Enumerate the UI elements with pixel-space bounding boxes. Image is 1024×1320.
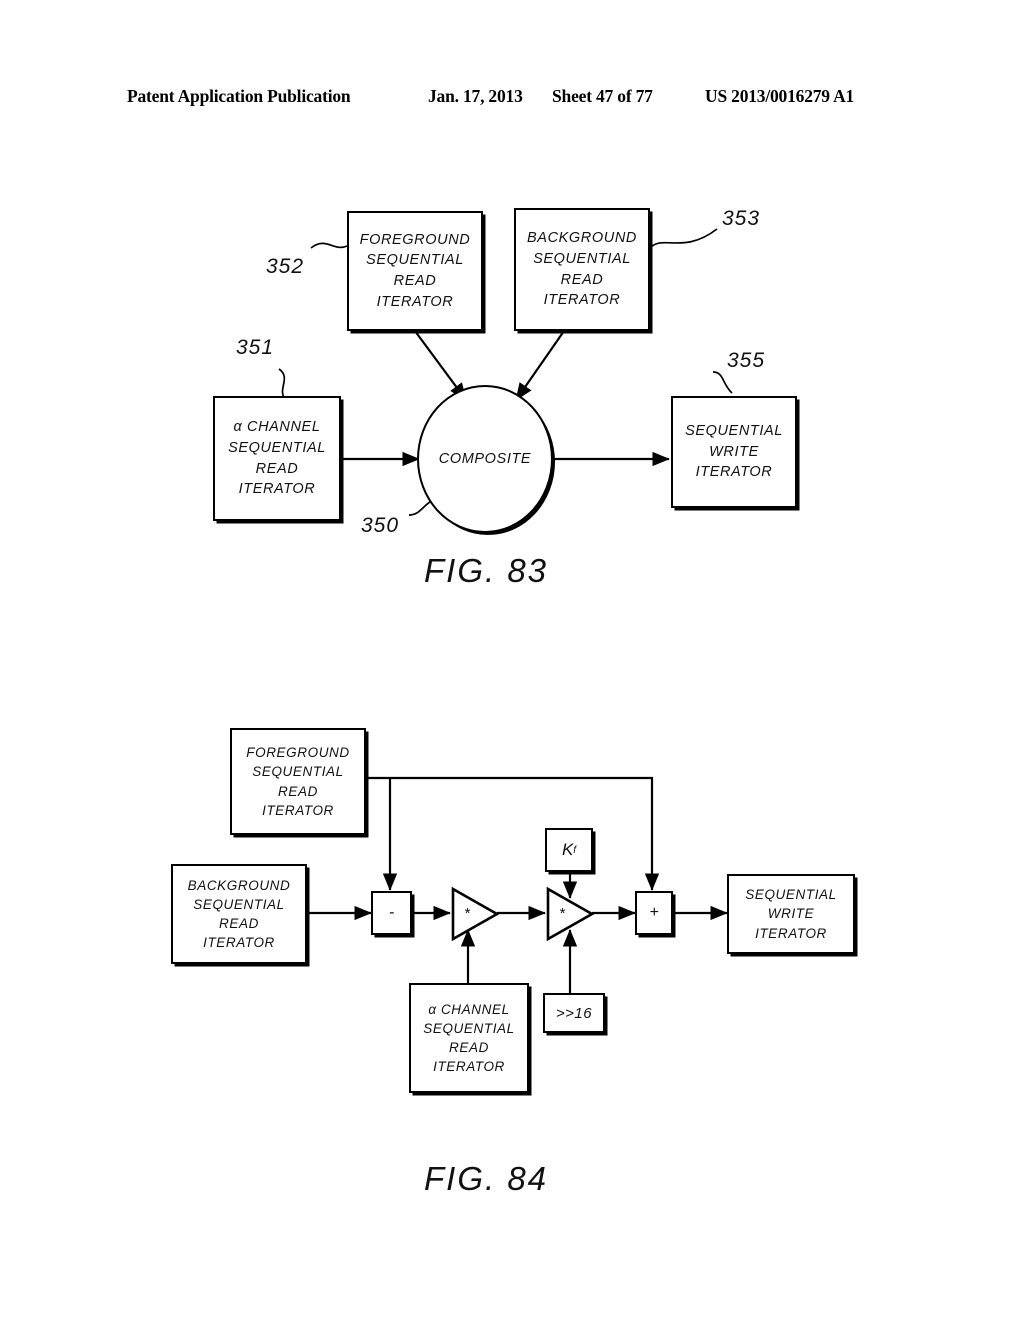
fig84-sequential-write-iterator: SEQUENTIAL WRITE ITERATOR (727, 874, 855, 954)
fig83-refnum-352: 352 (266, 255, 305, 278)
node-line: SEQUENTIAL (193, 896, 285, 912)
header-date-text: Jan. 17, 2013 (428, 86, 523, 106)
fig84-foreground-read-iterator: FOREGROUND SEQUENTIAL READ ITERATOR (230, 728, 366, 835)
node-line: BACKGROUND (527, 230, 637, 247)
fig83-background-read-iterator: BACKGROUND SEQUENTIAL READ ITERATOR (514, 208, 650, 331)
node-line: READ (560, 271, 604, 288)
node-line: SEQUENTIAL (423, 1020, 515, 1036)
fig83-caption: FIG. 83 (424, 552, 549, 589)
fig83-alpha-channel-read-iterator: α CHANNEL SEQUENTIAL READ ITERATOR (213, 396, 341, 521)
fig83-sequential-write-iterator: SEQUENTIAL WRITE ITERATOR (671, 396, 797, 508)
node-line: WRITE (709, 443, 759, 460)
node-line: BACKGROUND (187, 877, 291, 893)
node-line: READ (255, 460, 299, 477)
node-line: ITERATOR (238, 481, 316, 498)
node-line: ITERATOR (203, 935, 275, 951)
node-line: READ (278, 783, 318, 799)
shift-operator-label: >>16 (555, 1004, 593, 1022)
fig84-add-operator: + (635, 891, 673, 935)
node-line: SEQUENTIAL (745, 887, 837, 903)
node-line: ITERATOR (262, 802, 334, 818)
node-line: WRITE (767, 906, 815, 922)
node-line: SEQUENTIAL (685, 423, 783, 440)
header-publication-text: Patent Application Publication (127, 86, 351, 106)
wire-foreground-to-add (366, 776, 660, 891)
diagram-connector-layer (278, 228, 733, 993)
node-line: FOREGROUND (246, 745, 350, 761)
triangle-shape (546, 886, 595, 942)
fig83-refnum-355: 355 (727, 349, 766, 372)
fig84-caption: FIG. 84 (424, 1160, 549, 1197)
operator-symbol: - (388, 904, 395, 921)
fig83-composite-node: COMPOSITE (417, 385, 553, 533)
fig84-background-read-iterator: BACKGROUND SEQUENTIAL READ ITERATOR (171, 864, 307, 964)
fig84-multiply-operator-2: * (545, 886, 595, 942)
fig83-refnum-351: 351 (236, 336, 275, 359)
leader-line-352 (310, 242, 348, 249)
leader-line-353 (649, 228, 718, 249)
node-line: α CHANNEL (428, 1001, 510, 1017)
operator-symbol: * (559, 905, 565, 922)
node-line: READ (219, 916, 259, 931)
fig84-multiply-operator-1: * (450, 886, 500, 942)
fig83-refnum-350: 350 (361, 514, 400, 537)
node-line: SEQUENTIAL (366, 252, 464, 269)
arrow-background-to-composite (515, 330, 565, 401)
node-line: SEQUENTIAL (228, 439, 326, 456)
constant-k-subscript: f (573, 844, 577, 856)
header-sheet-text: Sheet 47 of 77 (552, 86, 653, 106)
leader-line-355 (712, 371, 733, 394)
operator-symbol: + (649, 904, 659, 921)
fig84-constant-k-box: Kf (545, 828, 593, 872)
fig84-subtract-operator: - (371, 891, 412, 935)
fig83-foreground-read-iterator: FOREGROUND SEQUENTIAL READ ITERATOR (347, 211, 483, 331)
fig84-shift-operator-box: >>16 (543, 993, 605, 1033)
header-patent-number: US 2013/0016279 A1 (705, 86, 855, 106)
node-line: α CHANNEL (233, 419, 321, 436)
constant-k-label: K (561, 840, 574, 859)
node-line: READ (393, 273, 437, 289)
page-header: Patent Application Publication Jan. 17, … (0, 86, 1024, 112)
node-line: ITERATOR (433, 1059, 505, 1075)
node-line: READ (449, 1040, 489, 1055)
node-line: FOREGROUND (359, 231, 471, 248)
node-label: COMPOSITE (438, 451, 532, 467)
fig84-alpha-channel-read-iterator: α CHANNEL SEQUENTIAL READ ITERATOR (409, 983, 529, 1093)
operator-symbol: * (464, 905, 470, 922)
node-line: ITERATOR (695, 464, 773, 481)
fig83-refnum-353: 353 (722, 207, 761, 230)
node-line: SEQUENTIAL (252, 764, 344, 780)
node-line: ITERATOR (376, 293, 454, 310)
triangle-shape (451, 886, 500, 942)
node-line: ITERATOR (755, 925, 827, 941)
node-line: ITERATOR (543, 292, 621, 309)
node-line: SEQUENTIAL (533, 250, 631, 267)
